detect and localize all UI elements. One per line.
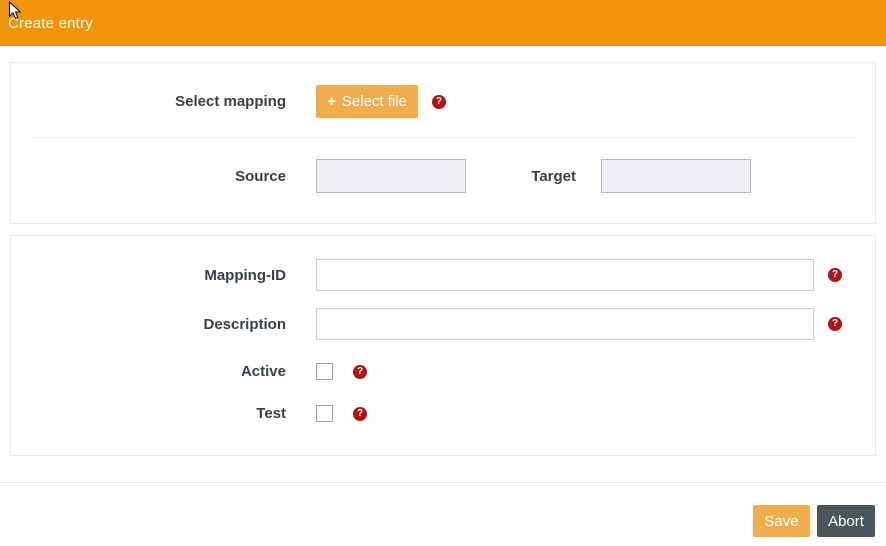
test-checkbox[interactable]	[316, 405, 333, 422]
test-help-icon[interactable]: ?	[353, 407, 367, 421]
select-mapping-label: Select mapping	[31, 93, 286, 110]
description-row: Description ?	[31, 308, 855, 340]
test-row: Test ?	[31, 405, 855, 422]
plus-icon: +	[327, 94, 336, 109]
page-header: Create entry	[0, 0, 886, 46]
active-row: Active ?	[31, 363, 855, 380]
description-help-icon[interactable]: ?	[828, 317, 842, 331]
target-input[interactable]	[601, 159, 751, 193]
target-label: Target	[529, 168, 576, 185]
mapping-id-help-icon[interactable]: ?	[828, 268, 842, 282]
details-panel: Mapping-ID ? Description ? Active ? Test…	[10, 235, 876, 456]
select-mapping-row: Select mapping + Select file ?	[31, 85, 855, 118]
select-file-button[interactable]: + Select file	[316, 85, 418, 118]
source-target-row: Source Target	[31, 159, 855, 193]
mapping-id-label: Mapping-ID	[31, 267, 286, 284]
test-label: Test	[31, 405, 286, 422]
description-input[interactable]	[316, 308, 814, 340]
mapping-panel: Select mapping + Select file ? Source Ta…	[10, 62, 876, 224]
active-label: Active	[31, 363, 286, 380]
select-mapping-help-icon[interactable]: ?	[432, 95, 446, 109]
active-help-icon[interactable]: ?	[353, 365, 367, 379]
mapping-id-row: Mapping-ID ?	[31, 259, 855, 291]
panel-divider	[31, 137, 855, 138]
description-label: Description	[31, 316, 286, 333]
footer-actions: Save Abort	[0, 483, 886, 537]
save-button[interactable]: Save	[753, 505, 810, 537]
mapping-id-input[interactable]	[316, 259, 814, 291]
source-label: Source	[31, 168, 286, 185]
abort-button[interactable]: Abort	[817, 505, 875, 537]
select-file-button-label: Select file	[342, 93, 407, 110]
active-checkbox[interactable]	[316, 363, 333, 380]
mouse-cursor-icon	[8, 1, 22, 21]
source-input[interactable]	[316, 159, 466, 193]
